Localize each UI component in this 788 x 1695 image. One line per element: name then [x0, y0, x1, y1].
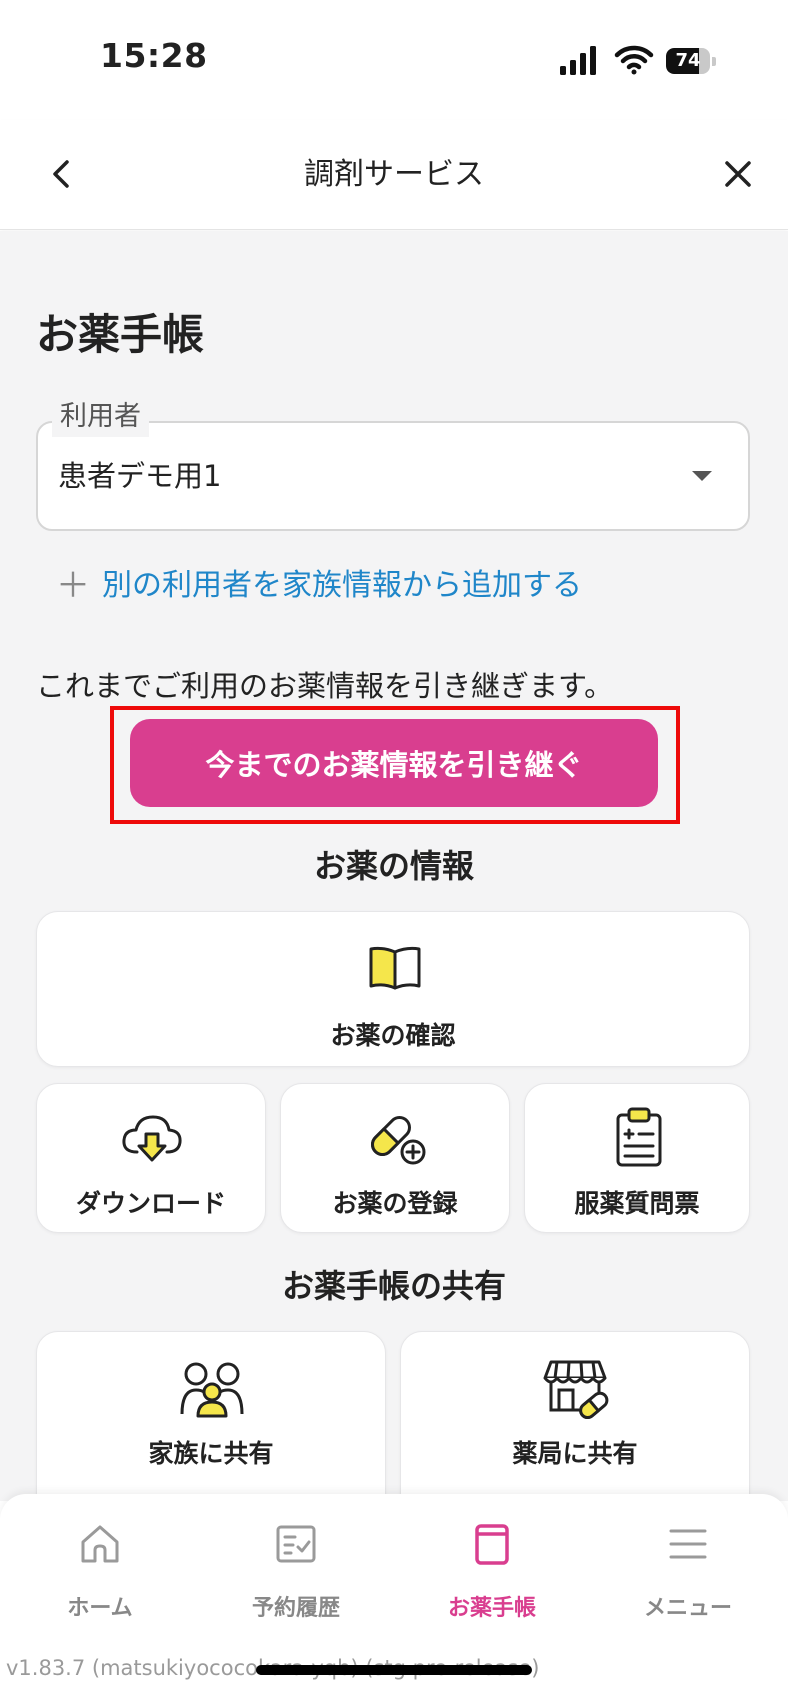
medicine-register-card[interactable]: お薬の登録 [280, 1083, 510, 1233]
cloud-download-icon [122, 1115, 182, 1162]
battery-level: 74 [675, 50, 701, 71]
medicine-check-card[interactable]: お薬の確認 [36, 911, 750, 1067]
medicine-info-title: お薬の情報 [313, 847, 474, 885]
home-indicator [256, 1665, 532, 1675]
sharing-title: お薬手帳の共有 [281, 1267, 506, 1305]
status-icons: 74 [560, 44, 720, 78]
add-user-label: 別の利用者を家族情報から追加する [102, 568, 582, 603]
status-bar: 15:28 74 [0, 0, 788, 120]
user-select[interactable]: 利用者 患者デモ用1 [36, 397, 750, 531]
chevron-left-icon [53, 160, 69, 188]
back-button[interactable] [40, 152, 84, 196]
medicine-notebook-icon [475, 1524, 509, 1565]
plus-icon: ＋ [56, 566, 90, 606]
close-button[interactable] [716, 152, 760, 196]
header-title: 調剤サービス [304, 157, 484, 192]
main-content: お薬手帳 利用者 患者デモ用1 ＋ 別の利用者を家族情報から追加する これまでご… [0, 231, 788, 1501]
status-time: 15:28 [100, 36, 208, 75]
nav-item-menu[interactable]: メニュー [598, 1514, 778, 1624]
wifi-icon [614, 45, 654, 75]
menu-icon [669, 1529, 707, 1559]
share-pharmacy-card[interactable]: 薬局に共有 [400, 1331, 750, 1501]
download-card[interactable]: ダウンロード [36, 1083, 266, 1233]
nav-item-medicine-notebook[interactable]: お薬手帳 [402, 1514, 582, 1624]
nav-item-home[interactable]: ホーム [10, 1514, 190, 1624]
clipboard-icon [616, 1107, 662, 1167]
chevron-down-icon [692, 471, 712, 481]
medicine-register-label: お薬の登録 [332, 1189, 458, 1218]
nav-label-reservation-history: 予約履歴 [251, 1596, 340, 1621]
open-book-icon [369, 946, 421, 990]
close-icon [725, 161, 751, 187]
nav-label-medicine-notebook: お薬手帳 [447, 1596, 536, 1621]
inherit-description: これまでご利用のお薬情報を引き継ぎます。 [36, 669, 614, 703]
page-title: お薬手帳 [36, 310, 205, 359]
add-user-link[interactable]: ＋ 別の利用者を家族情報から追加する [56, 561, 582, 611]
nav-label-home: ホーム [67, 1596, 133, 1621]
user-select-value: 患者デモ用1 [58, 459, 222, 493]
medication-questionnaire-card[interactable]: 服薬質問票 [524, 1083, 750, 1233]
share-family-card[interactable]: 家族に共有 [36, 1331, 386, 1501]
medication-questionnaire-label: 服薬質問票 [574, 1189, 700, 1218]
nav-label-menu: メニュー [643, 1596, 732, 1621]
app-header: 調剤サービス [0, 120, 788, 230]
reservation-history-icon [276, 1525, 316, 1563]
family-icon [180, 1362, 244, 1418]
pharmacy-icon [543, 1360, 609, 1419]
share-pharmacy-label: 薬局に共有 [512, 1439, 638, 1468]
download-label: ダウンロード [75, 1189, 226, 1218]
battery-icon: 74 [666, 48, 716, 74]
cellular-signal-icon [560, 46, 596, 75]
home-icon [81, 1525, 119, 1563]
inherit-medicine-button[interactable]: 今までのお薬情報を引き継ぐ [130, 719, 658, 807]
capsule-add-icon [371, 1116, 426, 1165]
nav-item-reservation-history[interactable]: 予約履歴 [206, 1514, 386, 1624]
medicine-check-label: お薬の確認 [330, 1021, 456, 1050]
share-family-label: 家族に共有 [148, 1439, 274, 1468]
